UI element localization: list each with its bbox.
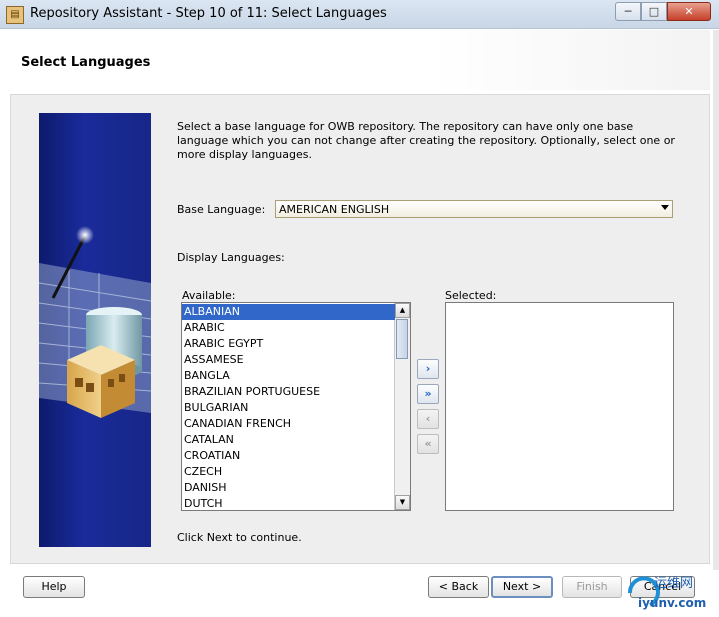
list-item[interactable]: CANADIAN FRENCH bbox=[182, 416, 395, 432]
wizard-illustration-icon bbox=[39, 226, 151, 418]
selected-label: Selected: bbox=[445, 289, 497, 302]
help-button[interactable]: Help bbox=[23, 576, 85, 598]
next-button[interactable]: Next > bbox=[491, 576, 553, 598]
scroll-down-icon[interactable]: ▼ bbox=[395, 495, 410, 510]
available-languages-list[interactable]: ▲ ▼ ALBANIAN ARABIC ARABIC EGYPT ASSAMESE BA… bbox=[181, 302, 411, 511]
wizard-header: Select Languages bbox=[10, 30, 710, 90]
display-languages-label: Display Languages: bbox=[177, 251, 285, 264]
list-item[interactable]: CATALAN bbox=[182, 432, 395, 448]
page-title: Select Languages bbox=[21, 55, 151, 70]
wizard-illustration bbox=[39, 113, 151, 547]
selected-languages-list[interactable] bbox=[445, 302, 674, 511]
move-left-button[interactable]: ‹ bbox=[417, 409, 439, 429]
list-item[interactable]: BULGARIAN bbox=[182, 400, 395, 416]
window-edge bbox=[713, 30, 719, 570]
close-button[interactable]: ✕ bbox=[667, 2, 711, 21]
app-icon: ▤ bbox=[6, 6, 24, 24]
move-right-button[interactable]: › bbox=[417, 359, 439, 379]
minimize-button[interactable]: ─ bbox=[615, 2, 641, 21]
list-item[interactable]: ALBANIAN bbox=[182, 304, 395, 320]
base-language-label: Base Language: bbox=[177, 203, 266, 216]
window-controls: ─ □ ✕ bbox=[615, 2, 711, 21]
list-item[interactable]: CROATIAN bbox=[182, 448, 395, 464]
chevron-down-icon[interactable] bbox=[661, 205, 669, 210]
available-label: Available: bbox=[182, 289, 236, 302]
list-item[interactable]: ARABIC bbox=[182, 320, 395, 336]
move-all-right-button[interactable]: » bbox=[417, 384, 439, 404]
list-item[interactable]: BRAZILIAN PORTUGUESE bbox=[182, 384, 395, 400]
move-all-left-button[interactable]: « bbox=[417, 434, 439, 454]
finish-button[interactable]: Finish bbox=[562, 576, 622, 598]
list-item[interactable]: BANGLA bbox=[182, 368, 395, 384]
continue-hint: Click Next to continue. bbox=[177, 531, 302, 544]
back-button[interactable]: < Back bbox=[428, 576, 489, 598]
title-bar: ▤ Repository Assistant - Step 10 of 11: … bbox=[0, 0, 719, 29]
window-title: Repository Assistant - Step 10 of 11: Se… bbox=[30, 6, 387, 21]
watermark-logo: 运维网 iyunv.com bbox=[627, 576, 706, 610]
list-item[interactable]: DANISH bbox=[182, 480, 395, 496]
maximize-button[interactable]: □ bbox=[641, 2, 667, 21]
base-language-value: AMERICAN ENGLISH bbox=[279, 203, 390, 216]
scroll-up-icon[interactable]: ▲ bbox=[395, 303, 410, 318]
base-language-dropdown[interactable]: AMERICAN ENGLISH bbox=[275, 200, 673, 218]
scroll-thumb[interactable] bbox=[396, 319, 408, 359]
list-scrollbar[interactable]: ▲ ▼ bbox=[394, 303, 410, 510]
watermark-text: 运维网 bbox=[654, 576, 693, 591]
instructions-text: Select a base language for OWB repositor… bbox=[177, 120, 675, 161]
list-item[interactable]: DUTCH bbox=[182, 496, 395, 510]
list-item[interactable]: ASSAMESE bbox=[182, 352, 395, 368]
list-item[interactable]: CZECH bbox=[182, 464, 395, 480]
watermark-url: iyunv.com bbox=[638, 596, 706, 610]
list-item[interactable]: ARABIC EGYPT bbox=[182, 336, 395, 352]
